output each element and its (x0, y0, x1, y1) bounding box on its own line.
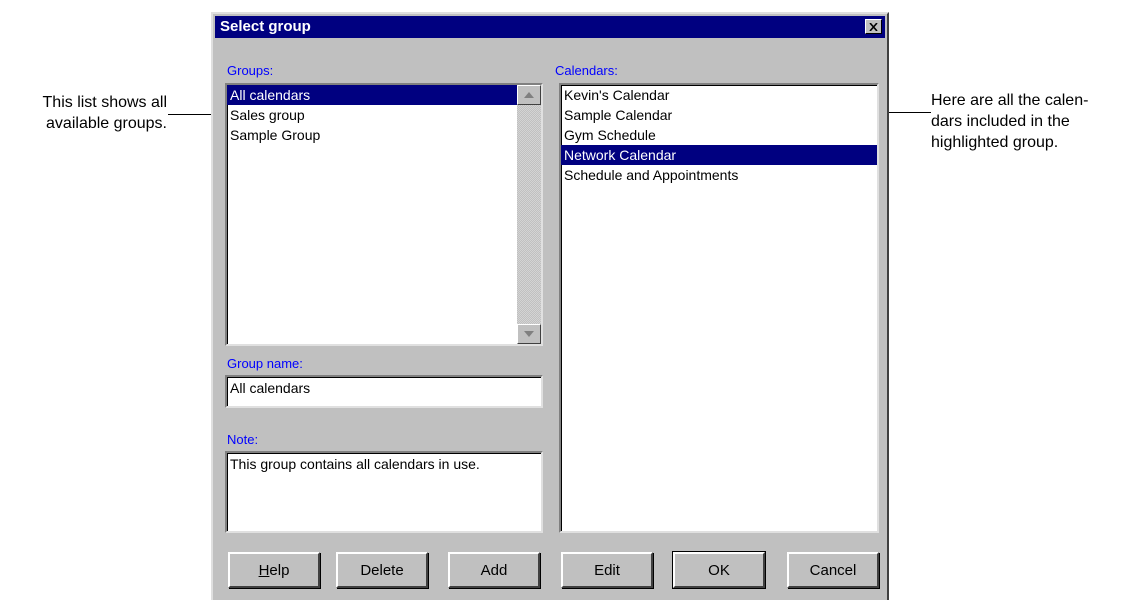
group-name-field[interactable]: All calendars (225, 375, 543, 408)
help-button-label: Help (259, 562, 290, 579)
calendar-item[interactable]: Sample Calendar (561, 105, 877, 125)
note-field[interactable]: This group contains all calendars in use… (225, 451, 543, 533)
add-button[interactable]: Add (448, 552, 540, 588)
group-item[interactable]: Sales group (227, 105, 517, 125)
calendars-items: Kevin's Calendar Sample Calendar Gym Sched… (561, 85, 877, 185)
scroll-down-icon (524, 331, 534, 337)
calendar-item[interactable]: Kevin's Calendar (561, 85, 877, 105)
groups-items: All calendars Sales group Sample Group (227, 85, 517, 145)
delete-button[interactable]: Delete (336, 552, 428, 588)
callout-groups: This list shows all available groups. (0, 92, 167, 134)
callout-calendars-line2: dars included in the (931, 113, 1070, 130)
cancel-button-label: Cancel (809, 561, 857, 579)
scroll-down-button[interactable] (517, 324, 541, 344)
note-value: This group contains all calendars in use… (230, 456, 480, 472)
help-mnemonic: H (258, 561, 270, 579)
ok-button-label: OK (708, 561, 730, 579)
note-label: Note: (227, 432, 259, 447)
callout-groups-line1: This list shows all (42, 94, 167, 111)
close-icon (869, 22, 878, 31)
edit-button-label: Edit (594, 561, 620, 579)
calendars-list[interactable]: Kevin's Calendar Sample Calendar Gym Sched… (559, 83, 879, 533)
callout-calendars: Here are all the calen- dars included in… (931, 90, 1131, 153)
group-item[interactable]: Sample Group (227, 125, 517, 145)
calendars-label: Calendars: (555, 63, 618, 78)
select-group-dialog: Select group Groups: All calendars Sales … (211, 12, 889, 600)
callout-calendars-line1: Here are all the calen- (931, 92, 1089, 109)
cancel-button[interactable]: Cancel (787, 552, 879, 588)
group-item[interactable]: All calendars (227, 85, 517, 105)
dialog-title: Select group (220, 18, 311, 35)
close-button[interactable] (865, 19, 882, 34)
group-name-value: All calendars (230, 380, 311, 396)
callout-calendars-line3: highlighted group. (931, 134, 1059, 151)
help-button[interactable]: Help (228, 552, 320, 588)
calendar-item[interactable]: Gym Schedule (561, 125, 877, 145)
add-button-label: Add (480, 561, 508, 579)
group-name-label: Group name: (227, 356, 303, 371)
scroll-up-icon (524, 92, 534, 98)
groups-list[interactable]: All calendars Sales group Sample Group (225, 83, 543, 346)
calendar-item[interactable]: Network Calendar (561, 145, 877, 165)
edit-button[interactable]: Edit (561, 552, 653, 588)
ok-button[interactable]: OK (672, 551, 766, 589)
delete-button-label: Delete (360, 561, 404, 579)
help-label-rest: elp (269, 561, 290, 579)
groups-label: Groups: (227, 63, 274, 78)
callout-groups-line2: available groups. (46, 115, 167, 132)
calendar-item[interactable]: Schedule and Appointments (561, 165, 877, 185)
groups-scrollbar[interactable] (517, 85, 541, 344)
scroll-up-button[interactable] (517, 85, 541, 105)
title-bar: Select group (215, 16, 885, 38)
